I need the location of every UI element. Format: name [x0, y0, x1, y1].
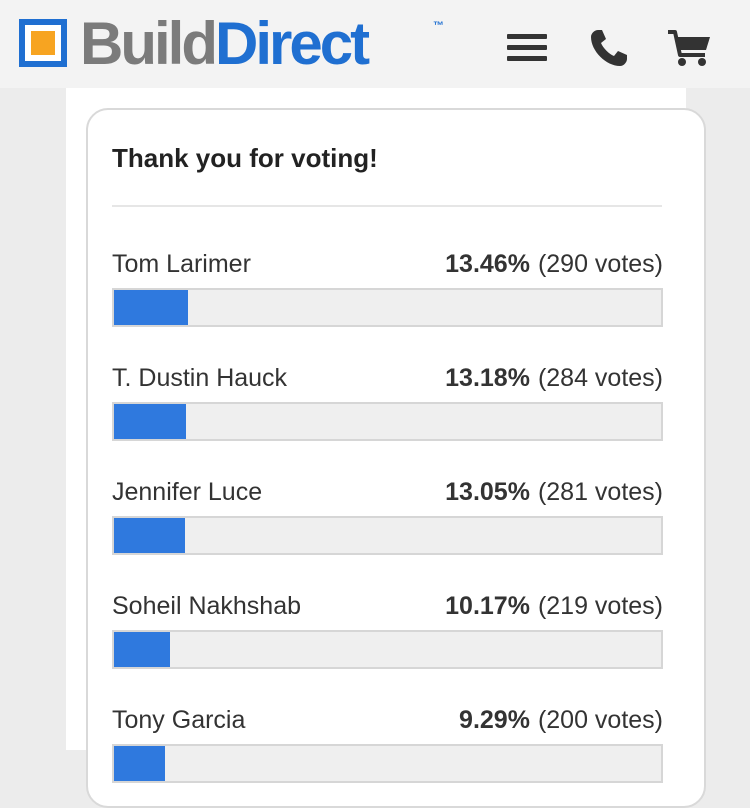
builddirect-logo-wordmark[interactable]: BuildDirect — [80, 10, 370, 77]
cart-icon[interactable] — [666, 24, 714, 72]
result-bar-fill — [114, 746, 165, 781]
logo-square-orange — [31, 31, 55, 55]
poll-results-card — [86, 108, 706, 808]
logo-word-build: Build — [80, 10, 218, 77]
result-bar-fill — [114, 518, 185, 553]
result-stats: 9.29% (200 votes) — [459, 706, 663, 735]
poll-thank-you-title: Thank you for voting! — [112, 143, 378, 173]
site-header: BuildDirect ™ — [0, 0, 750, 88]
poll-result-row: Soheil Nakhshab 10.17% (219 votes) — [112, 592, 663, 682]
result-bar-track — [112, 516, 663, 555]
result-vote-count: (281 votes) — [537, 478, 663, 506]
result-vote-count: (219 votes) — [537, 592, 663, 620]
result-percent: 13.05% — [445, 478, 530, 506]
result-stats: 13.05% (281 votes) — [445, 478, 663, 507]
builddirect-logo-icon[interactable] — [19, 19, 67, 67]
candidate-name: Tom Larimer — [112, 250, 251, 278]
result-bar-fill — [114, 632, 170, 667]
result-percent: 9.29% — [459, 706, 530, 734]
result-bar-track — [112, 288, 663, 327]
poll-result-row: Jennifer Luce 13.05% (281 votes) — [112, 478, 663, 568]
candidate-name: Soheil Nakhshab — [112, 592, 302, 620]
divider — [112, 205, 662, 207]
result-percent: 13.18% — [445, 364, 530, 392]
result-bar-fill — [114, 404, 186, 439]
result-vote-count: (200 votes) — [537, 706, 663, 734]
poll-result-row: T. Dustin Hauck 13.18% (284 votes) — [112, 364, 663, 454]
result-percent: 13.46% — [445, 250, 530, 278]
result-stats: 13.46% (290 votes) — [445, 250, 663, 279]
result-bar-track — [112, 630, 663, 669]
result-vote-count: (284 votes) — [537, 364, 663, 392]
candidate-name: T. Dustin Hauck — [112, 364, 288, 392]
result-stats: 10.17% (219 votes) — [445, 592, 663, 621]
candidate-name: Tony Garcia — [112, 706, 246, 734]
result-bar-track — [112, 402, 663, 441]
result-stats: 13.18% (284 votes) — [445, 364, 663, 393]
logo-trademark: ™ — [433, 20, 444, 32]
result-bar-fill — [114, 290, 188, 325]
phone-icon[interactable] — [585, 24, 633, 72]
candidate-name: Jennifer Luce — [112, 478, 263, 506]
logo-word-direct: Direct — [214, 10, 370, 77]
poll-result-row: Tony Garcia 9.29% (200 votes) — [112, 706, 663, 796]
menu-icon[interactable] — [504, 24, 552, 72]
result-vote-count: (290 votes) — [537, 250, 663, 278]
result-percent: 10.17% — [445, 592, 530, 620]
poll-result-row: Tom Larimer 13.46% (290 votes) — [112, 250, 663, 340]
